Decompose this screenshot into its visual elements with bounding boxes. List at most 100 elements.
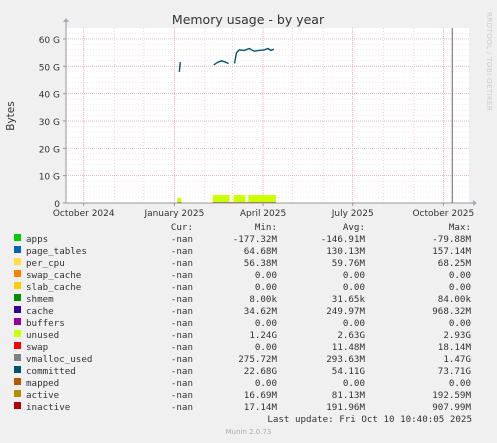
legend-max: 0.00 — [448, 270, 471, 281]
legend-row-per_cpu: per_cpu -nan 56.38M 59.76M 68.25M — [0, 258, 497, 270]
legend-row-cache: cache -nan 34.62M 249.97M 968.32M — [0, 306, 497, 318]
legend-swatch — [14, 342, 21, 349]
legend-name: cache — [26, 306, 54, 317]
legend-min: 0.00 — [254, 318, 277, 329]
legend-cur: -nan — [170, 402, 193, 413]
legend-max: 0.00 — [448, 318, 471, 329]
legend-cur: -nan — [170, 258, 193, 269]
y-tick-label: 60 G — [39, 36, 60, 46]
legend-avg: -146.91M — [320, 234, 365, 245]
line-committed — [178, 62, 181, 72]
legend-avg: 0.00 — [342, 318, 365, 329]
legend-cur: -nan — [170, 390, 193, 401]
y-axis-arrow — [63, 18, 69, 22]
legend-avg: 59.76M — [331, 258, 365, 269]
legend-cur: -nan — [170, 246, 193, 257]
legend-min: 17.14M — [243, 402, 277, 413]
legend-header-row: Cur: Min: Avg: Max: — [0, 222, 497, 234]
legend-min: 275.72M — [238, 354, 277, 365]
y-tick-label: 20 G — [39, 145, 60, 155]
legend-row-apps: apps -nan -177.32M -146.91M -79.88M — [0, 234, 497, 246]
legend-min: 16.69M — [243, 390, 277, 401]
legend-cur: -nan — [170, 294, 193, 305]
legend-swatch — [14, 354, 21, 361]
legend-swatch — [14, 282, 21, 289]
legend-name: inactive — [26, 402, 71, 413]
legend-min: 22.68G — [243, 366, 277, 377]
legend-header-cur: Cur: — [170, 222, 193, 233]
legend-swatch — [14, 378, 21, 385]
legend-min: 0.00 — [254, 270, 277, 281]
legend-avg: 191.96M — [326, 402, 365, 413]
legend-min: 34.62M — [243, 306, 277, 317]
legend-max: 0.00 — [448, 378, 471, 389]
legend-max: 0.00 — [448, 282, 471, 293]
y-tick-label: 10 G — [39, 173, 60, 183]
legend-swatch — [14, 330, 21, 337]
legend-avg: 130.13M — [326, 246, 365, 257]
y-tick-label: 50 G — [39, 63, 60, 73]
legend-header-max: Max: — [448, 222, 471, 233]
x-tick-label: October 2025 — [412, 209, 474, 219]
legend-min: 1.24G — [249, 330, 277, 341]
legend-name: swap — [26, 342, 49, 353]
legend-min: 64.68M — [243, 246, 277, 257]
legend-swatch — [14, 294, 21, 301]
memory-chart: Memory usage - by year Bytes 010 G20 G30… — [5, 12, 477, 219]
area-unused — [248, 194, 276, 203]
legend-max: 157.14M — [432, 246, 471, 257]
legend-swatch — [14, 306, 21, 313]
legend-cur: -nan — [170, 378, 193, 389]
legend-avg: 31.65k — [331, 294, 365, 305]
legend-cur: -nan — [170, 318, 193, 329]
legend-cur: -nan — [170, 234, 193, 245]
legend-header-avg: Avg: — [342, 222, 365, 233]
legend-row-inactive: inactive -nan 17.14M 191.96M 907.99M — [0, 402, 497, 414]
legend-cur: -nan — [170, 306, 193, 317]
legend-min: 0.00 — [254, 282, 277, 293]
legend-min: -177.32M — [232, 234, 277, 245]
legend-row-buffers: buffers -nan 0.00 0.00 0.00 — [0, 318, 497, 330]
legend-row-unused: unused -nan 1.24G 2.63G 2.93G — [0, 330, 497, 342]
last-update: Last update: Fri Oct 10 10:40:05 2025 — [267, 414, 472, 425]
munin-version: Munin 2.0.73 — [225, 428, 272, 436]
legend-max: 1.47G — [443, 354, 471, 365]
y-axis-label: Bytes — [5, 101, 17, 130]
legend-row-committed: committed -nan 22.68G 54.11G 73.71G — [0, 366, 497, 378]
legend-name: per_cpu — [26, 258, 65, 269]
legend-row-mapped: mapped -nan 0.00 0.00 0.00 — [0, 378, 497, 390]
legend-min: 0.00 — [254, 342, 277, 353]
x-tick-label: April 2025 — [240, 209, 286, 219]
legend-name: vmalloc_used — [26, 354, 93, 365]
legend-max: -79.88M — [432, 234, 471, 245]
legend-row-shmem: shmem -nan 8.00k 31.65k 84.00k — [0, 294, 497, 306]
legend-name: page_tables — [26, 246, 87, 257]
legend-avg: 249.97M — [326, 306, 365, 317]
legend-avg: 2.63G — [337, 330, 365, 341]
y-tick-label: 30 G — [39, 118, 60, 128]
legend-avg: 11.48M — [331, 342, 365, 353]
y-tick-label: 40 G — [39, 91, 60, 101]
legend-avg: 0.00 — [342, 282, 365, 293]
legend-row-active: active -nan 16.69M 81.13M 192.59M — [0, 390, 497, 402]
legend-name: apps — [26, 234, 49, 245]
legend-row-vmalloc_used: vmalloc_used -nan 275.72M 293.63M 1.47G — [0, 354, 497, 366]
legend-cur: -nan — [170, 282, 193, 293]
legend-name: swap_cache — [26, 270, 82, 281]
legend-cur: -nan — [170, 342, 193, 353]
legend-row-slab_cache: slab_cache -nan 0.00 0.00 0.00 — [0, 282, 497, 294]
legend-avg: 54.11G — [331, 366, 365, 377]
legend-cur: -nan — [170, 354, 193, 365]
legend-cur: -nan — [170, 366, 193, 377]
legend-name: mapped — [26, 378, 60, 389]
legend-swatch — [14, 234, 21, 241]
legend-row-swap: swap -nan 0.00 11.48M 18.14M — [0, 342, 497, 354]
legend-swatch — [14, 258, 21, 265]
legend-max: 18.14M — [437, 342, 471, 353]
legend-max: 2.93G — [443, 330, 471, 341]
legend-max: 192.59M — [432, 390, 471, 401]
legend-name: slab_cache — [26, 282, 82, 293]
x-tick-label: July 2025 — [331, 209, 374, 219]
x-axis-arrow — [473, 200, 477, 206]
x-tick-label: January 2025 — [143, 209, 204, 219]
